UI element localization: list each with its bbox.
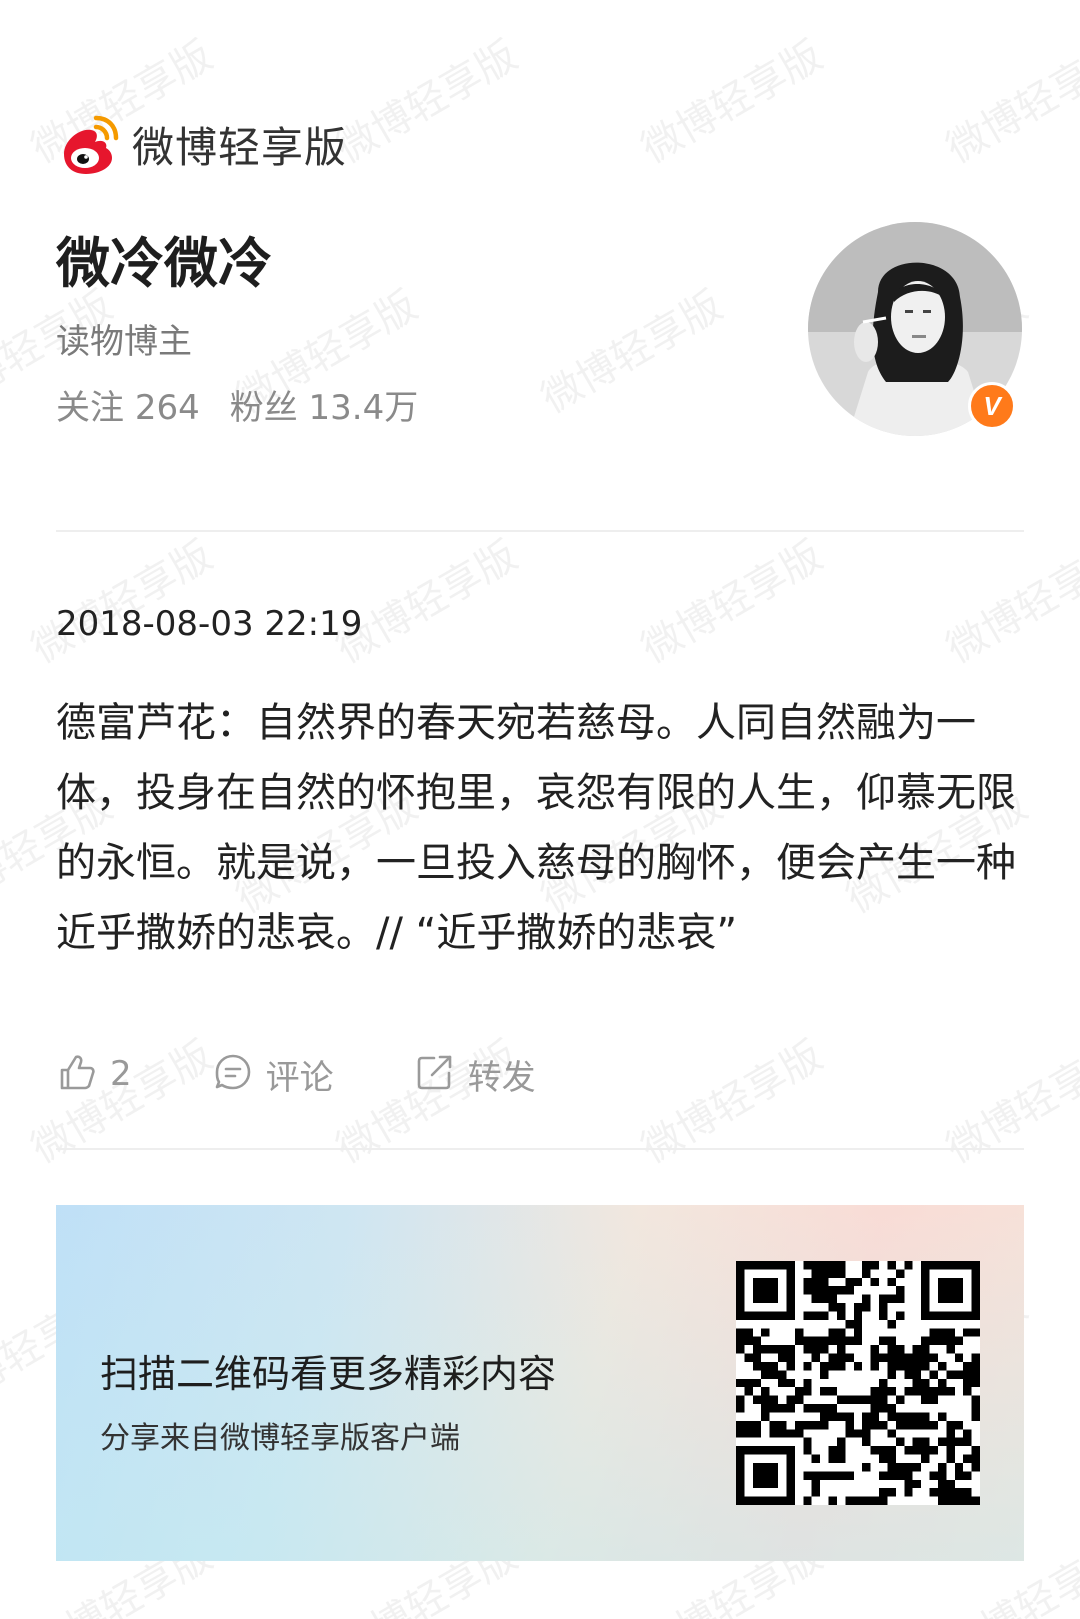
repost-button[interactable]: 转发 (414, 1050, 536, 1099)
watermark-text: 微博轻享版 (23, 532, 221, 673)
divider (56, 1148, 1024, 1150)
followers-count: 13.4万 (308, 388, 419, 428)
following-stat[interactable]: 关注 264 (56, 384, 200, 432)
qr-code-image (736, 1261, 980, 1505)
watermark-text: 微博轻享版 (633, 32, 831, 173)
watermark-text: 微博轻享版 (533, 282, 731, 423)
comment-label: 评论 (265, 1057, 334, 1098)
watermark-text: 微博轻享版 (328, 32, 526, 173)
qr-code[interactable] (736, 1261, 980, 1505)
thumbs-up-icon (56, 1051, 98, 1097)
profile-name: 微冷微冷 (56, 232, 272, 295)
brand-name: 微博轻享版 (132, 122, 348, 172)
following-count: 264 (134, 388, 200, 428)
watermark-text: 微博轻享版 (328, 532, 526, 673)
following-label: 关注 (56, 388, 124, 428)
promo-title: 扫描二维码看更多精彩内容 (100, 1352, 557, 1396)
comment-icon (212, 1051, 254, 1097)
profile-role: 读物博主 (56, 322, 192, 362)
post-text: 德富芦花：自然界的春天宛若慈母。人同自然融为一体，投身在自然的怀抱里，哀怨有限的… (56, 700, 1016, 956)
verified-badge: V (968, 382, 1016, 430)
followers-stat[interactable]: 粉丝 13.4万 (230, 384, 419, 432)
post-timestamp: 2018-08-03 22:19 (56, 604, 363, 644)
watermark-text: 微博轻享版 (938, 32, 1080, 173)
promo-banner: 扫描二维码看更多精彩内容 分享来自微博轻享版客户端 (56, 1205, 1024, 1561)
watermark-text: 微博轻享版 (938, 1032, 1080, 1173)
brand-header: 微博轻享版 (56, 112, 347, 176)
like-count: 2 (110, 1054, 132, 1094)
weibo-logo-icon (56, 112, 120, 176)
watermark-text: 微博轻享版 (633, 1032, 831, 1173)
comment-button[interactable]: 评论 (212, 1050, 334, 1099)
promo-subtitle: 分享来自微博轻享版客户端 (100, 1421, 460, 1456)
followers-label: 粉丝 (229, 388, 298, 428)
avatar[interactable]: V (808, 222, 1022, 436)
like-button[interactable]: 2 (56, 1051, 132, 1097)
watermark-text: 微博轻享版 (938, 532, 1080, 673)
watermark-text: 微博轻享版 (633, 532, 831, 673)
repost-label: 转发 (467, 1057, 536, 1098)
post-actions: 2 评论 转发 (56, 1046, 616, 1102)
share-icon (414, 1051, 456, 1097)
profile-stats: 关注 264 粉丝 13.4万 (56, 384, 448, 432)
divider (56, 530, 1024, 532)
